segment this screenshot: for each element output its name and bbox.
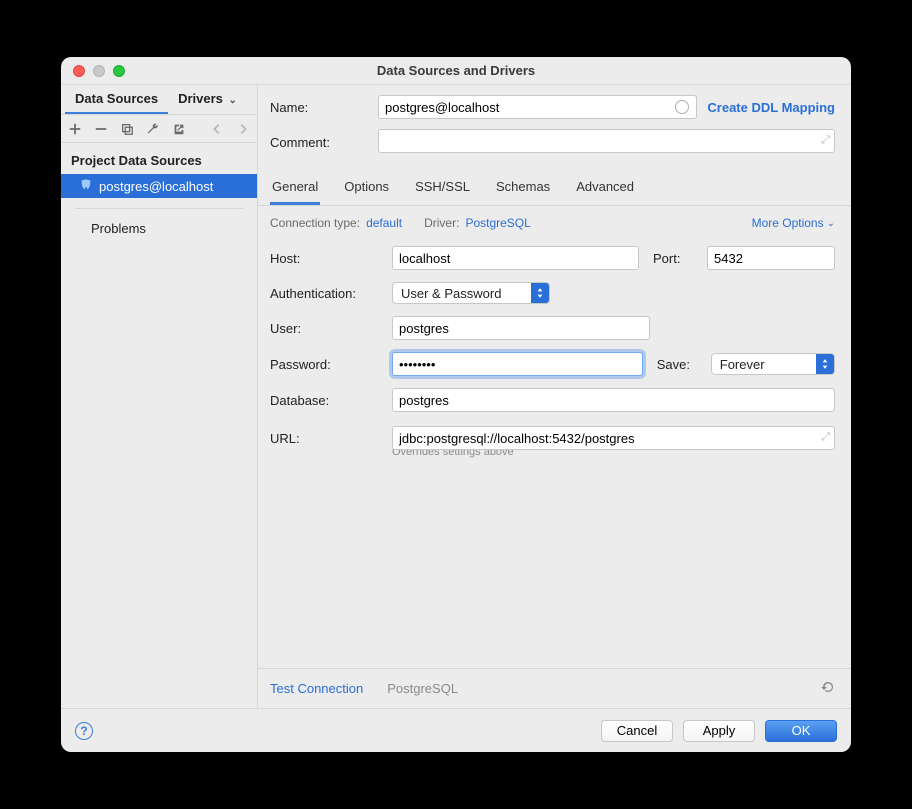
port-label: Port: [653,251,693,266]
form-header: Name: Create DDL Mapping Comment: ⤢ [258,85,851,171]
url-input[interactable] [392,426,835,450]
host-label: Host: [270,251,378,266]
authentication-value: User & Password [393,286,531,301]
driver-value[interactable]: PostgreSQL [465,216,530,230]
cancel-button[interactable]: Cancel [601,720,673,742]
tab-ssh-ssl[interactable]: SSH/SSL [413,171,472,205]
more-options-link[interactable]: More Options ⌄ [752,216,835,230]
content: Data Sources Drivers ⌄ [61,85,851,708]
connection-type-label: Connection type: [270,216,360,230]
main-panel: Name: Create DDL Mapping Comment: ⤢ Gene… [258,85,851,708]
divider [75,208,243,209]
sidebar-tabs: Data Sources Drivers ⌄ [61,85,257,115]
sidebar-toolbar [61,115,257,143]
sidebar-item-label: postgres@localhost [99,179,213,194]
minimize-window-button[interactable] [93,65,105,77]
select-arrows-icon [816,354,834,374]
tab-options[interactable]: Options [342,171,391,205]
main-tabs: General Options SSH/SSL Schemas Advanced [258,171,851,206]
test-connection-link[interactable]: Test Connection [270,681,363,696]
sidebar: Data Sources Drivers ⌄ [61,85,258,708]
save-value: Forever [712,357,816,372]
forward-icon [235,121,251,137]
save-select[interactable]: Forever [711,353,835,375]
goto-icon[interactable] [171,121,187,137]
comment-input[interactable] [378,129,835,153]
back-icon [209,121,225,137]
revert-icon[interactable] [819,679,835,698]
database-input[interactable] [392,388,835,412]
name-label: Name: [270,100,378,115]
close-window-button[interactable] [73,65,85,77]
port-input[interactable] [707,246,835,270]
wrench-icon[interactable] [145,121,161,137]
user-input[interactable] [392,316,650,340]
url-label: URL: [270,431,378,446]
user-label: User: [270,321,378,336]
bottom-strip: Test Connection PostgreSQL [258,668,851,708]
driver-label: Driver: [424,216,459,230]
chevron-down-icon: ⌄ [827,218,835,229]
tab-schemas[interactable]: Schemas [494,171,552,205]
window-title: Data Sources and Drivers [71,63,841,78]
tab-data-sources[interactable]: Data Sources [65,85,168,114]
form-body: Host: Port: Authentication: User & Passw… [258,242,851,458]
add-icon[interactable] [67,121,83,137]
save-label: Save: [657,357,697,372]
chevron-down-icon: ⌄ [229,95,237,106]
name-input[interactable] [378,95,697,119]
sidebar-item-postgres[interactable]: postgres@localhost [61,174,257,198]
titlebar: Data Sources and Drivers [61,57,851,85]
tab-drivers-label: Drivers [178,91,223,106]
remove-icon[interactable] [93,121,109,137]
section-project-data-sources: Project Data Sources [61,143,257,174]
comment-label: Comment: [270,135,378,150]
zoom-window-button[interactable] [113,65,125,77]
connection-type-value[interactable]: default [366,216,402,230]
copy-icon[interactable] [119,121,135,137]
connection-info-row: Connection type: default Driver: Postgre… [258,206,851,242]
tab-advanced[interactable]: Advanced [574,171,636,205]
tab-general[interactable]: General [270,171,320,205]
postgres-icon [79,179,93,193]
driver-display: PostgreSQL [387,681,458,696]
authentication-label: Authentication: [270,286,378,301]
tab-drivers[interactable]: Drivers ⌄ [168,85,247,114]
dialog-window: Data Sources and Drivers Data Sources Dr… [61,57,851,752]
password-input[interactable] [392,352,643,376]
database-label: Database: [270,393,378,408]
password-label: Password: [270,357,378,372]
footer: ? Cancel Apply OK [61,708,851,752]
apply-button[interactable]: Apply [683,720,755,742]
select-arrows-icon [531,283,549,303]
sidebar-item-problems[interactable]: Problems [61,215,257,242]
traffic-lights [73,65,125,77]
host-input[interactable] [392,246,639,270]
help-icon[interactable]: ? [75,722,93,740]
authentication-select[interactable]: User & Password [392,282,550,304]
create-ddl-mapping-link[interactable]: Create DDL Mapping [707,100,835,115]
ok-button[interactable]: OK [765,720,837,742]
